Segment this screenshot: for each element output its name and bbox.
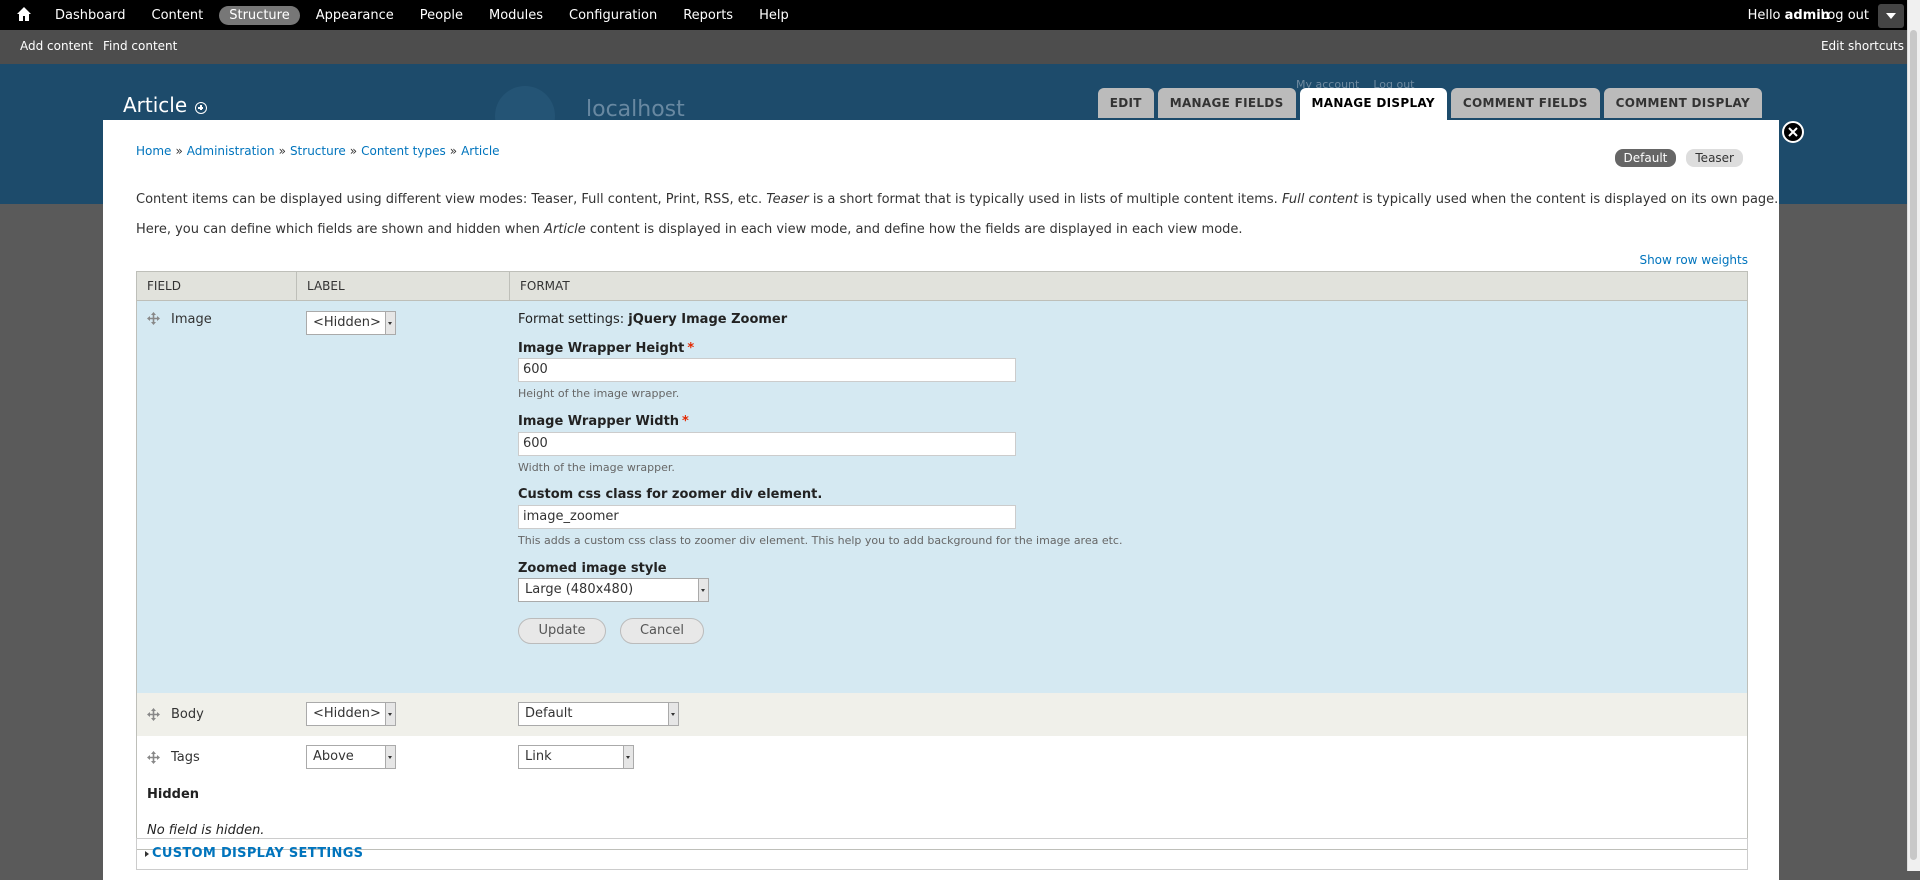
logout-link[interactable]: Log out [1820, 8, 1869, 23]
tab-comment-display[interactable]: COMMENT DISPLAY [1603, 88, 1762, 118]
breadcrumb-article[interactable]: Article [461, 144, 500, 158]
no-hidden-fields-text: No field is hidden. [147, 823, 265, 838]
home-icon[interactable] [16, 6, 34, 24]
scrollbar-thumb[interactable] [1910, 30, 1917, 860]
close-overlay-button[interactable] [1782, 121, 1804, 143]
intro-text-1: Content items can be displayed using dif… [136, 192, 1779, 207]
primary-tabs: EDIT MANAGE FIELDS MANAGE DISPLAY COMMEN… [1094, 88, 1762, 120]
menu-people[interactable]: People [410, 6, 473, 25]
column-header-format: FORMAT [520, 279, 570, 293]
menu-dashboard[interactable]: Dashboard [45, 6, 136, 25]
chevron-right-icon [145, 851, 149, 857]
width-input[interactable]: 600 [518, 432, 1016, 456]
chevron-down-icon [385, 703, 395, 725]
menu-help[interactable]: Help [749, 6, 799, 25]
menu-modules[interactable]: Modules [479, 6, 553, 25]
add-shortcut-icon[interactable] [195, 102, 208, 114]
shortcut-find-content[interactable]: Find content [103, 39, 177, 53]
close-icon [1788, 127, 1798, 137]
chevron-down-icon [385, 746, 395, 768]
breadcrumb-administration[interactable]: Administration [187, 144, 275, 158]
tab-manage-fields[interactable]: MANAGE FIELDS [1157, 88, 1296, 118]
field-name: Tags [171, 750, 200, 765]
hidden-region-heading: Hidden [147, 787, 200, 802]
breadcrumb-structure[interactable]: Structure [290, 144, 346, 158]
cancel-button[interactable]: Cancel [620, 618, 704, 644]
drag-handle-icon[interactable] [147, 751, 160, 764]
chevron-down-icon [623, 746, 633, 768]
height-help: Height of the image wrapper. [518, 387, 680, 400]
drag-handle-icon[interactable] [147, 312, 160, 325]
column-header-label: LABEL [297, 272, 510, 300]
update-button[interactable]: Update [518, 618, 606, 644]
height-input[interactable]: 600 [518, 358, 1016, 382]
menu-content[interactable]: Content [142, 6, 214, 25]
menu-appearance[interactable]: Appearance [306, 6, 404, 25]
site-name: localhost [586, 97, 685, 122]
field-display-table: FIELD LABEL FORMAT Image <Hidden> Format… [136, 271, 1748, 850]
drag-handle-icon[interactable] [147, 708, 160, 721]
admin-toolbar: Dashboard Content Structure Appearance P… [0, 0, 1920, 30]
label-select[interactable]: Above [306, 745, 396, 769]
field-name: Body [171, 707, 204, 722]
table-row-image: Image <Hidden> Format settings: jQuery I… [137, 301, 1747, 693]
view-mode-tabs: Default Teaser [1605, 149, 1743, 167]
format-select[interactable]: Link [518, 745, 634, 769]
breadcrumb-content-types[interactable]: Content types [361, 144, 446, 158]
tab-comment-fields[interactable]: COMMENT FIELDS [1450, 88, 1600, 118]
chevron-down-icon [385, 312, 395, 334]
breadcrumb: Home» Administration» Structure» Content ty… [136, 144, 500, 158]
chevron-down-icon [1886, 13, 1896, 19]
css-class-label: Custom css class for zoomer div element. [518, 487, 823, 502]
show-row-weights-link[interactable]: Show row weights [1639, 253, 1748, 267]
table-row-tags: Tags Above Link [137, 736, 1747, 779]
view-mode-teaser[interactable]: Teaser [1686, 149, 1743, 167]
menu-structure[interactable]: Structure [219, 5, 300, 25]
toolbar-menu: Dashboard Content Structure Appearance P… [42, 0, 802, 30]
custom-display-settings-fieldset[interactable]: CUSTOM DISPLAY SETTINGS [136, 838, 1748, 870]
label-select[interactable]: <Hidden> [306, 702, 396, 726]
scrollbar[interactable] [1907, 0, 1920, 871]
chevron-down-icon [668, 703, 678, 725]
view-mode-default[interactable]: Default [1614, 149, 1677, 167]
css-class-input[interactable]: image_zoomer [518, 505, 1016, 529]
menu-reports[interactable]: Reports [673, 6, 743, 25]
width-help: Width of the image wrapper. [518, 461, 675, 474]
format-select[interactable]: Default [518, 702, 679, 726]
page-title: Article [123, 93, 208, 117]
chevron-down-icon [698, 579, 708, 601]
breadcrumb-home[interactable]: Home [136, 144, 171, 158]
zoomed-style-label: Zoomed image style [518, 561, 667, 576]
field-name: Image [171, 312, 212, 327]
label-select[interactable]: <Hidden> [306, 311, 396, 335]
hidden-region-heading-row: Hidden [137, 779, 1747, 815]
column-header-field: FIELD [137, 272, 297, 300]
tab-manage-display[interactable]: MANAGE DISPLAY [1299, 88, 1447, 120]
width-label: Image Wrapper Width * [518, 414, 689, 429]
user-greeting: Hello admin [1747, 8, 1830, 23]
table-header: FIELD LABEL FORMAT [137, 272, 1747, 301]
shortcut-bar: Add content Find content Edit shortcuts [0, 30, 1920, 64]
menu-configuration[interactable]: Configuration [559, 6, 667, 25]
table-row-body: Body <Hidden> Default [137, 693, 1747, 736]
edit-shortcuts-link[interactable]: Edit shortcuts [1821, 39, 1904, 53]
height-label: Image Wrapper Height * [518, 341, 695, 356]
tab-edit[interactable]: EDIT [1097, 88, 1154, 118]
custom-display-settings-title[interactable]: CUSTOM DISPLAY SETTINGS [152, 846, 363, 861]
shortcut-add-content[interactable]: Add content [20, 39, 93, 53]
css-class-help: This adds a custom css class to zoomer d… [518, 534, 1123, 547]
format-settings-title: Format settings: jQuery Image Zoomer [518, 312, 788, 327]
zoomed-style-select[interactable]: Large (480x480) [518, 578, 709, 602]
shortcuts-toggle[interactable] [1878, 4, 1904, 28]
intro-text-2: Here, you can define which fields are sh… [136, 222, 1243, 237]
